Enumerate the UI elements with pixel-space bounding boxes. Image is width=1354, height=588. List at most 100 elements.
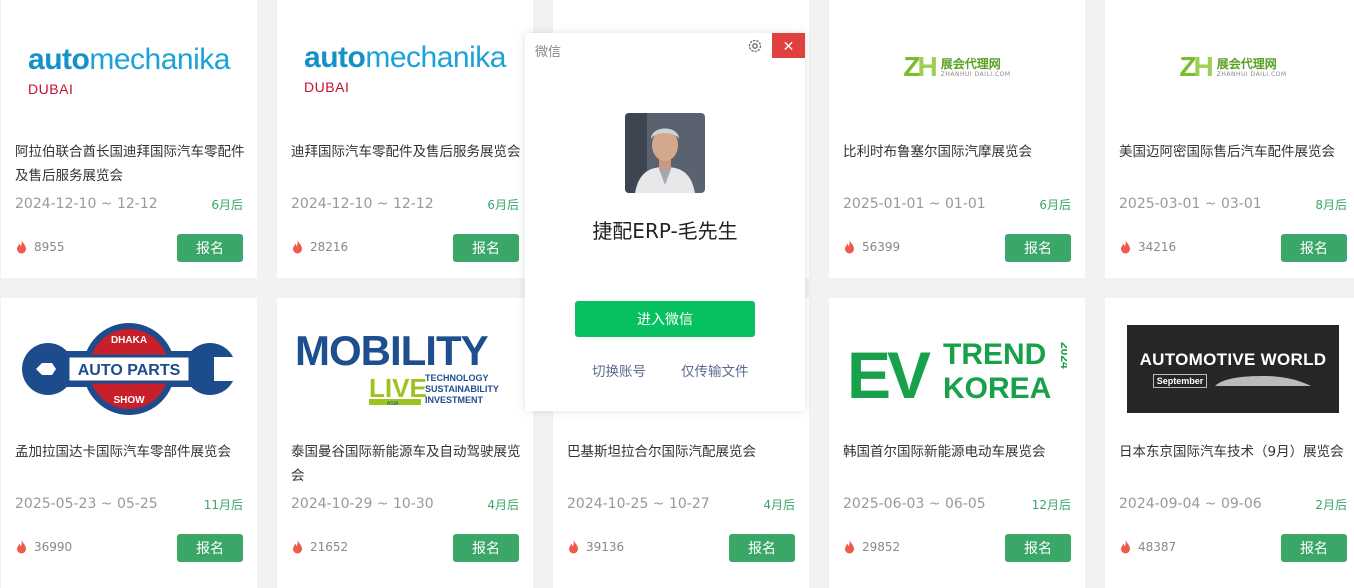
popularity: 34216 [1119, 240, 1176, 254]
exhibition-card[interactable]: ZH 展会代理网 ZHANHUI DAILI.COM 美国迈阿密国际售后汽车配件展… [1105, 0, 1354, 278]
exhibition-title[interactable]: 阿拉伯联合酋长国迪拜国际汽车零配件及售后服务展览会 [15, 140, 247, 188]
time-remaining: 4月后 [487, 498, 519, 512]
signup-button[interactable]: 报名 [1005, 534, 1071, 562]
popularity: 39136 [567, 540, 624, 554]
flame-icon [569, 540, 578, 554]
flame-icon [293, 540, 302, 554]
time-remaining: 6月后 [487, 198, 519, 212]
time-remaining: 4月后 [763, 498, 795, 512]
zh-mark-icon: ZH [903, 51, 937, 82]
svg-text:2024: 2024 [1058, 342, 1067, 369]
exhibition-card[interactable]: MOBILITY LIVE ASIA TECHNOLOGY SUSTAINABI… [277, 298, 533, 588]
exhibition-card[interactable]: automechanika DUBAI 迪拜国际汽车零配件及售后服务展览会 20… [277, 0, 533, 278]
flame-icon [17, 540, 26, 554]
exhibition-date: 2024-09-04 ~ 09-06 [1119, 496, 1262, 512]
car-silhouette-icon [1215, 376, 1312, 386]
popularity: 21652 [291, 540, 348, 554]
signup-button[interactable]: 报名 [1281, 534, 1347, 562]
popularity: 8955 [15, 240, 65, 254]
time-remaining: 8月后 [1315, 198, 1347, 212]
time-remaining: 11月后 [203, 498, 243, 512]
signup-button[interactable]: 报名 [177, 534, 243, 562]
popularity: 56399 [843, 240, 900, 254]
svg-text:SHOW: SHOW [113, 395, 145, 406]
exhibition-title[interactable]: 巴基斯坦拉合尔国际汽配展览会 [567, 440, 799, 464]
time-remaining: 2月后 [1315, 498, 1347, 512]
exhibition-card[interactable]: DHAKA AUTO PARTS SHOW 孟加拉国达卡国际汽车零部件展览会 2… [1, 298, 257, 588]
time-remaining: 6月后 [211, 198, 243, 212]
signup-button[interactable]: 报名 [453, 234, 519, 262]
automechanika-logo: automechanika DUBAI [28, 43, 230, 98]
flame-icon [1121, 240, 1130, 254]
popularity: 36990 [15, 540, 72, 554]
svg-text:TREND: TREND [943, 338, 1046, 371]
close-button[interactable]: ✕ [772, 33, 805, 58]
popularity-count: 36990 [34, 540, 73, 554]
signup-button[interactable]: 报名 [729, 534, 795, 562]
switch-account-link[interactable]: 切换账号 [592, 360, 646, 380]
popularity: 48387 [1119, 540, 1176, 554]
exhibition-title[interactable]: 孟加拉国达卡国际汽车零部件展览会 [15, 440, 247, 464]
gear-icon[interactable] [747, 38, 763, 54]
svg-text:AUTO PARTS: AUTO PARTS [78, 362, 181, 379]
automechanika-logo: automechanika DUBAI [304, 41, 506, 96]
exhibition-title[interactable]: 泰国曼谷国际新能源车及自动驾驶展览会 [291, 440, 523, 488]
zh-mark-icon: ZH [1179, 51, 1213, 82]
svg-text:EV: EV [847, 338, 931, 404]
exhibition-title[interactable]: 比利时布鲁塞尔国际汽摩展览会 [843, 140, 1075, 164]
signup-button[interactable]: 报名 [1005, 234, 1071, 262]
popularity-count: 21652 [310, 540, 349, 554]
popularity-count: 56399 [862, 240, 901, 254]
svg-text:ASIA: ASIA [387, 401, 399, 407]
exhibition-date: 2025-01-01 ~ 01-01 [843, 196, 986, 212]
exhibition-title[interactable]: 迪拜国际汽车零配件及售后服务展览会 [291, 140, 523, 164]
svg-text:LIVE: LIVE [369, 373, 427, 403]
exhibition-card[interactable]: automechanika DUBAI 阿拉伯联合酋长国迪拜国际汽车零配件及售后… [1, 0, 257, 278]
svg-text:SUSTAINABILITY: SUSTAINABILITY [425, 384, 499, 394]
flame-icon [293, 240, 302, 254]
signup-button[interactable]: 报名 [1281, 234, 1347, 262]
exhibition-card[interactable]: EV TREND KOREA 2024 韩国首尔国际新能源电动车展览会 2025… [829, 298, 1085, 588]
signup-button[interactable]: 报名 [177, 234, 243, 262]
popularity: 28216 [291, 240, 348, 254]
mobility-live-logo: MOBILITY LIVE ASIA TECHNOLOGY SUSTAINABI… [277, 302, 533, 432]
flame-icon [845, 240, 854, 254]
signup-button[interactable]: 报名 [453, 534, 519, 562]
exhibition-title[interactable]: 韩国首尔国际新能源电动车展览会 [843, 440, 1075, 464]
svg-text:TECHNOLOGY: TECHNOLOGY [425, 373, 489, 383]
popularity-count: 34216 [1138, 240, 1177, 254]
exhibition-date: 2024-10-29 ~ 10-30 [291, 496, 434, 512]
dhaka-auto-parts-logo: DHAKA AUTO PARTS SHOW [1, 304, 257, 434]
popup-title: 微信 [535, 45, 562, 60]
exhibition-card[interactable]: ZH 展会代理网 ZHANHUI DAILI.COM 比利时布鲁塞尔国际汽摩展览会… [829, 0, 1085, 278]
popularity-count: 8955 [34, 240, 65, 254]
zhanhui-logo: ZH 展会代理网 ZHANHUI DAILI.COM [903, 51, 1011, 82]
avatar [625, 113, 705, 193]
enter-wechat-button[interactable]: 进入微信 [575, 301, 755, 337]
account-name: 捷配ERP-毛先生 [592, 219, 738, 243]
exhibition-date: 2024-12-10 ~ 12-12 [291, 196, 434, 212]
exhibition-date: 2024-10-25 ~ 10-27 [567, 496, 710, 512]
zhanhui-logo: ZH 展会代理网 ZHANHUI DAILI.COM [1179, 51, 1287, 82]
exhibition-card[interactable]: AUTOMOTIVE WORLD September 日本东京国际汽车技术（9月… [1105, 298, 1354, 588]
exhibition-date: 2024-12-10 ~ 12-12 [15, 196, 158, 212]
ev-trend-korea-logo: EV TREND KOREA 2024 [829, 304, 1085, 434]
file-transfer-link[interactable]: 仅传输文件 [681, 360, 749, 380]
popularity-count: 28216 [310, 240, 349, 254]
popularity: 29852 [843, 540, 900, 554]
exhibition-title[interactable]: 日本东京国际汽车技术（9月）展览会 [1119, 440, 1351, 464]
popularity-count: 29852 [862, 540, 901, 554]
svg-text:INVESTMENT: INVESTMENT [425, 395, 484, 405]
exhibition-title[interactable]: 美国迈阿密国际售后汽车配件展览会 [1119, 140, 1351, 164]
wechat-login-popup: 微信 ✕ 捷配ERP-毛先生 进入微信 切换账号 仅传输文件 [525, 33, 805, 411]
svg-text:KOREA: KOREA [943, 372, 1051, 404]
flame-icon [17, 240, 26, 254]
flame-icon [1121, 540, 1130, 554]
exhibition-date: 2025-06-03 ~ 06-05 [843, 496, 986, 512]
svg-text:MOBILITY: MOBILITY [295, 327, 489, 374]
flame-icon [845, 540, 854, 554]
svg-text:DHAKA: DHAKA [111, 335, 147, 346]
exhibition-date: 2025-05-23 ~ 05-25 [15, 496, 158, 512]
automotive-world-logo: AUTOMOTIVE WORLD September [1127, 325, 1339, 413]
time-remaining: 6月后 [1039, 198, 1071, 212]
